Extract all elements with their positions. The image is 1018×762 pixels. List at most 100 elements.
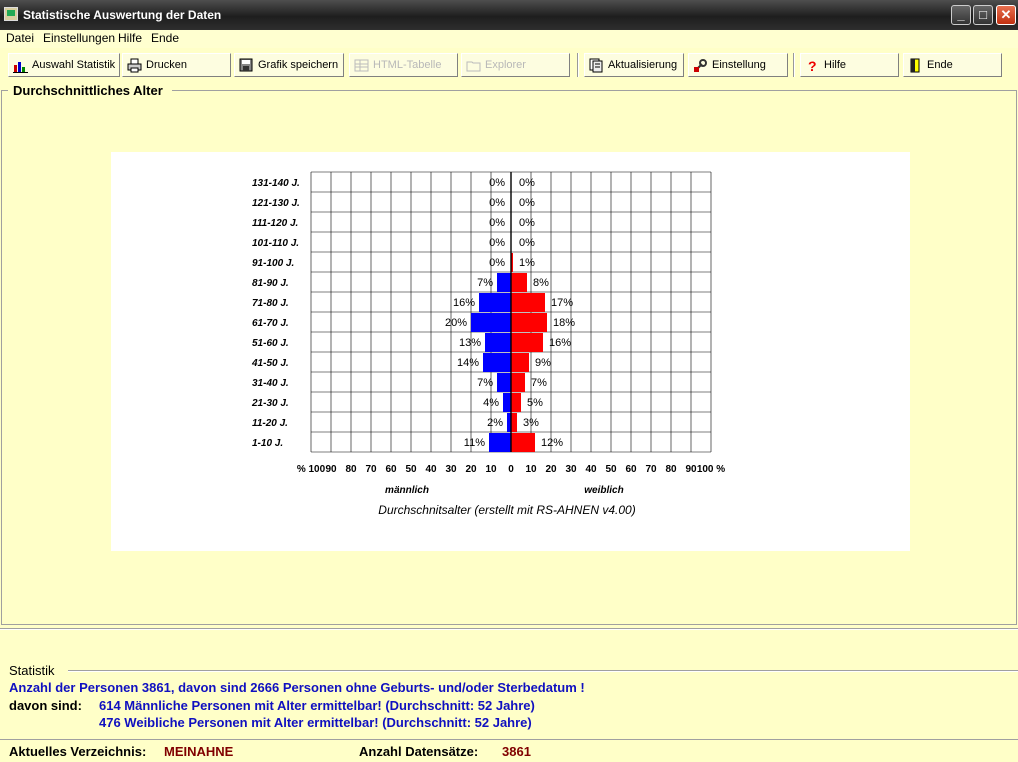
data-label-male: 4%: [483, 397, 499, 409]
minimize-button[interactable]: _: [951, 5, 971, 25]
bar-male: [497, 273, 511, 292]
x-tick-label: 80: [345, 464, 357, 475]
einstellung-button[interactable]: Einstellung: [688, 53, 788, 77]
data-label-male: 7%: [477, 377, 493, 389]
chart-title: Durchschnitsalter (erstellt mit RS-AHNEN…: [378, 503, 635, 517]
menu-datei[interactable]: Datei: [6, 31, 34, 45]
bar-male: [479, 293, 511, 312]
drucken-button[interactable]: Drucken: [122, 53, 231, 77]
x-tick-label: 10: [525, 464, 537, 475]
category-label: 101-110 J.: [252, 238, 299, 249]
stat-line-male: 614 Männliche Personen mit Alter ermitte…: [99, 698, 535, 713]
data-label-female: 18%: [553, 317, 575, 329]
printer-icon: [127, 58, 142, 73]
app-icon: [4, 7, 18, 21]
html-tabelle-button[interactable]: HTML-Tabelle: [349, 53, 458, 77]
x-tick-label: 20: [465, 464, 477, 475]
data-label-female: 5%: [527, 397, 543, 409]
x-tick-label: 60: [385, 464, 397, 475]
data-label-male: 2%: [487, 417, 503, 429]
hilfe-button[interactable]: ? Hilfe: [800, 53, 899, 77]
html-tabelle-label: HTML-Tabelle: [373, 59, 442, 71]
record-count-value: 3861: [502, 744, 531, 759]
x-tick-label: 70: [645, 464, 657, 475]
x-tick-label: 60: [625, 464, 637, 475]
data-label-male: 0%: [489, 217, 505, 229]
category-label: 21-30 J.: [251, 398, 289, 409]
data-label-female: 12%: [541, 437, 563, 449]
x-tick-label: 10: [485, 464, 497, 475]
female-axis-label: weiblich: [584, 485, 623, 496]
grafik-speichern-label: Grafik speichern: [258, 59, 339, 71]
menu-bar: Datei Einstellungen Hilfe Ende: [0, 30, 1018, 48]
bar-female: [511, 333, 543, 352]
bar-male: [485, 333, 511, 352]
data-label-male: 0%: [489, 237, 505, 249]
data-label-male: 11%: [464, 437, 485, 449]
category-label: 31-40 J.: [252, 378, 289, 389]
data-label-male: 0%: [489, 177, 505, 189]
maximize-button[interactable]: □: [973, 5, 993, 25]
x-tick-label: 40: [585, 464, 597, 475]
data-label-female: 16%: [549, 337, 571, 349]
data-label-male: 13%: [459, 337, 481, 349]
category-label: 61-70 J.: [252, 318, 289, 329]
bar-male: [471, 313, 511, 332]
section-divider: [68, 670, 1018, 672]
explorer-label: Explorer: [485, 59, 526, 71]
data-label-male: 0%: [489, 197, 505, 209]
x-tick-label: 100 %: [697, 464, 725, 475]
section-divider: [0, 628, 1018, 630]
toolbar-separator: [577, 53, 579, 77]
data-label-male: 16%: [453, 297, 475, 309]
record-count-label: Anzahl Datensätze:: [359, 744, 479, 759]
ende-label: Ende: [927, 59, 953, 71]
aktualisierung-button[interactable]: Aktualisierung: [584, 53, 684, 77]
data-label-female: 8%: [533, 277, 549, 289]
toolbar-separator: [793, 53, 795, 77]
explorer-icon: [466, 58, 481, 73]
exit-icon: [908, 58, 923, 73]
refresh-icon: [589, 58, 604, 73]
data-label-female: 0%: [519, 177, 535, 189]
x-tick-label: 30: [565, 464, 577, 475]
x-tick-label: 0: [508, 464, 514, 475]
data-label-male: 14%: [457, 357, 479, 369]
statistik-label: Statistik: [9, 663, 55, 678]
menu-hilfe[interactable]: Hilfe: [118, 31, 142, 45]
x-tick-label: 90: [685, 464, 697, 475]
x-tick-label: 20: [545, 464, 557, 475]
menu-einstellungen[interactable]: Einstellungen: [43, 31, 115, 45]
bar-female: [511, 373, 525, 392]
x-tick-label: 80: [665, 464, 677, 475]
ende-button[interactable]: Ende: [903, 53, 1002, 77]
auswahl-statistik-button[interactable]: Auswahl Statistik: [8, 53, 120, 77]
x-tick-label: % 100: [297, 464, 326, 475]
explorer-button[interactable]: Explorer: [461, 53, 570, 77]
category-label: 51-60 J.: [252, 338, 289, 349]
toolbar: Auswahl Statistik Drucken Grafik speiche…: [0, 49, 1018, 82]
hilfe-label: Hilfe: [824, 59, 847, 71]
x-tick-label: 40: [425, 464, 437, 475]
bar-female: [511, 273, 527, 292]
bar-male: [503, 393, 511, 412]
svg-text:?: ?: [808, 58, 817, 73]
drucken-label: Drucken: [146, 59, 187, 71]
settings-icon: [693, 58, 708, 73]
close-button[interactable]: ✕: [996, 5, 1016, 25]
grafik-speichern-button[interactable]: Grafik speichern: [234, 53, 344, 77]
data-label-female: 0%: [519, 197, 535, 209]
chart-panel-label: Durchschnittliches Alter: [10, 83, 166, 98]
x-tick-label: 50: [605, 464, 617, 475]
bar-female: [511, 433, 535, 452]
chart-area: 131-140 J. 0% 0% 121-130 J. 0% 0% 111-120 J. 0%…: [111, 152, 910, 551]
category-label: 71-80 J.: [252, 298, 289, 309]
data-label-female: 17%: [551, 297, 573, 309]
bar-male: [489, 433, 511, 452]
data-label-female: 7%: [531, 377, 547, 389]
male-axis-label: männlich: [385, 485, 429, 496]
panel-border: [2, 90, 8, 91]
bar-male: [483, 353, 511, 372]
menu-ende[interactable]: Ende: [151, 31, 179, 45]
aktualisierung-label: Aktualisierung: [608, 59, 678, 71]
